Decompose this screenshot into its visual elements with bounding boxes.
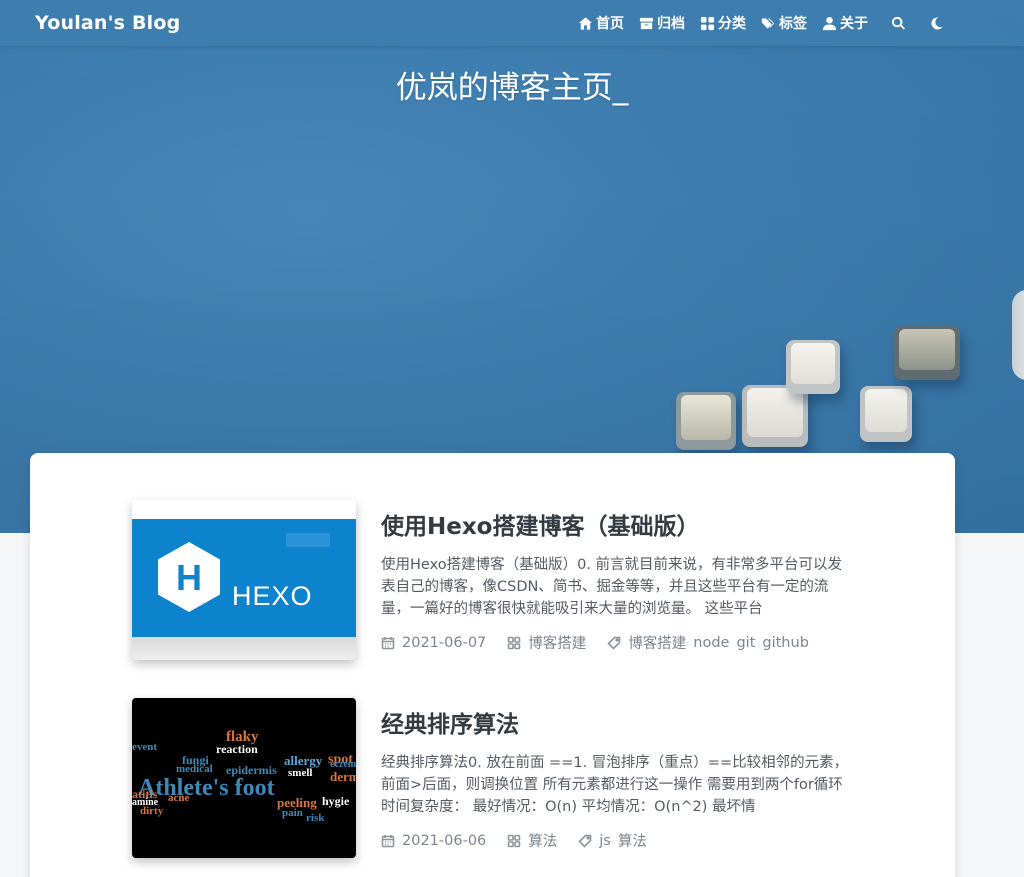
nav-item-about[interactable]: 关于 — [822, 13, 868, 33]
tags-icon — [761, 18, 775, 28]
nav-item-archive[interactable]: 归档 — [639, 13, 685, 33]
tag-link[interactable]: js — [599, 833, 611, 849]
hexo-wordmark: HEXO — [232, 581, 313, 611]
category-link[interactable]: 博客搭建 — [528, 632, 586, 653]
post-excerpt: 经典排序算法0. 放在前面 ==1. 冒泡排序（重点）==比较相邻的元素，前面>… — [381, 755, 849, 815]
keycap-decoration — [676, 392, 736, 450]
post-list-card: H HEXO 使用Hexo搭建博客（基础版） 使用Hexo搭建博客（基础版）0.… — [30, 453, 955, 877]
post-date: 2021-06-07 — [381, 635, 493, 651]
post-item: H HEXO 使用Hexo搭建博客（基础版） 使用Hexo搭建博客（基础版）0.… — [132, 500, 852, 660]
nav-label: 归档 — [657, 16, 685, 32]
tag-link[interactable]: 博客搭建 — [628, 632, 686, 653]
category-icon — [507, 834, 521, 847]
nav-label: 首页 — [596, 16, 624, 32]
post-excerpt: 使用Hexo搭建博客（基础版）0. 前言就目前来说，有非常多平台可以发表自己的博… — [381, 557, 843, 617]
hero-subtitle: 优岚的博客主页_ — [395, 70, 629, 106]
wordcloud-word: pain — [282, 807, 303, 819]
wordcloud-word: allergy — [284, 753, 323, 768]
category-icon — [507, 636, 521, 649]
tag-link[interactable]: git — [736, 635, 755, 651]
post-item: flaky event reaction fungi allergy spot … — [132, 698, 852, 858]
wordcloud-word: medical — [176, 763, 213, 775]
post-category: 算法 — [507, 830, 564, 851]
darkmode-toggle[interactable] — [928, 15, 944, 31]
date-text: 2021-06-07 — [402, 634, 487, 651]
post-tags: 博客搭建 node git github — [607, 632, 816, 653]
nav-label: 关于 — [840, 16, 868, 32]
top-navbar: Youlan's Blog 首页 归档 分类 标签 关于 — [0, 0, 1024, 46]
tag-link[interactable]: github — [762, 635, 809, 651]
hexo-banner: H HEXO — [132, 519, 356, 637]
tag-icon — [607, 636, 621, 650]
wordcloud-word: risk — [306, 812, 325, 824]
search-icon — [891, 16, 905, 29]
user-icon — [822, 16, 837, 30]
post-category: 博客搭建 — [507, 632, 593, 653]
main-nav: 首页 归档 分类 标签 关于 — [563, 13, 944, 33]
post-body: 使用Hexo搭建博客（基础版） 使用Hexo搭建博客（基础版）0. 前言就目前来… — [381, 500, 853, 653]
wordcloud-word: hygie — [322, 794, 350, 808]
post-title[interactable]: 经典排序算法 — [381, 710, 853, 740]
site-brand[interactable]: Youlan's Blog — [35, 12, 180, 34]
wordcloud-word: Athlete's foot — [138, 775, 275, 801]
post-meta: 2021-06-07 博客搭建 博客搭建 node git github — [381, 632, 853, 653]
keycap-decoration — [786, 340, 840, 394]
thumb-footer — [132, 637, 356, 660]
post-tags: js 算法 — [578, 830, 654, 851]
home-icon — [578, 16, 593, 30]
calendar-icon — [381, 636, 395, 649]
calendar-icon — [381, 834, 395, 847]
wordcloud-word: event — [132, 741, 158, 753]
post-meta: 2021-06-06 算法 js 算法 — [381, 830, 853, 851]
hexo-logo-icon: H — [158, 542, 220, 612]
post-thumbnail[interactable]: H HEXO — [132, 500, 356, 660]
tag-link[interactable]: 算法 — [618, 830, 647, 851]
wordcloud-word: smell — [288, 767, 313, 779]
category-icon — [700, 16, 715, 30]
post-thumbnail[interactable]: flaky event reaction fungi allergy spot … — [132, 698, 356, 858]
nav-label: 标签 — [779, 16, 807, 32]
date-text: 2021-06-06 — [402, 832, 487, 849]
tag-icon — [578, 834, 592, 848]
category-link[interactable]: 算法 — [528, 830, 557, 851]
keycap-decoration — [894, 326, 960, 380]
keycap-decoration — [742, 385, 808, 447]
archive-icon — [639, 17, 654, 29]
post-date: 2021-06-06 — [381, 833, 493, 849]
wordcloud-word: acne — [168, 792, 190, 804]
wordcloud-word: dirty — [140, 805, 164, 817]
nav-item-tags[interactable]: 标签 — [761, 13, 807, 33]
keycap-decoration — [860, 386, 912, 442]
tag-link[interactable]: node — [693, 635, 729, 651]
wordcloud-word: eczem — [330, 759, 356, 770]
wordcloud-word: derm — [330, 769, 356, 784]
search-button[interactable] — [890, 15, 906, 31]
hexo-banner-accent — [286, 533, 330, 547]
nav-item-home[interactable]: 首页 — [578, 13, 624, 33]
post-title[interactable]: 使用Hexo搭建博客（基础版） — [381, 512, 853, 542]
moon-icon — [930, 16, 943, 30]
hero-edge-object — [1012, 290, 1024, 380]
wordcloud-word: reaction — [216, 742, 258, 756]
nav-item-category[interactable]: 分类 — [700, 13, 746, 33]
post-body: 经典排序算法 经典排序算法0. 放在前面 ==1. 冒泡排序（重点）==比较相邻… — [381, 698, 853, 851]
nav-label: 分类 — [718, 16, 746, 32]
hexo-logo-letter: H — [176, 557, 202, 598]
